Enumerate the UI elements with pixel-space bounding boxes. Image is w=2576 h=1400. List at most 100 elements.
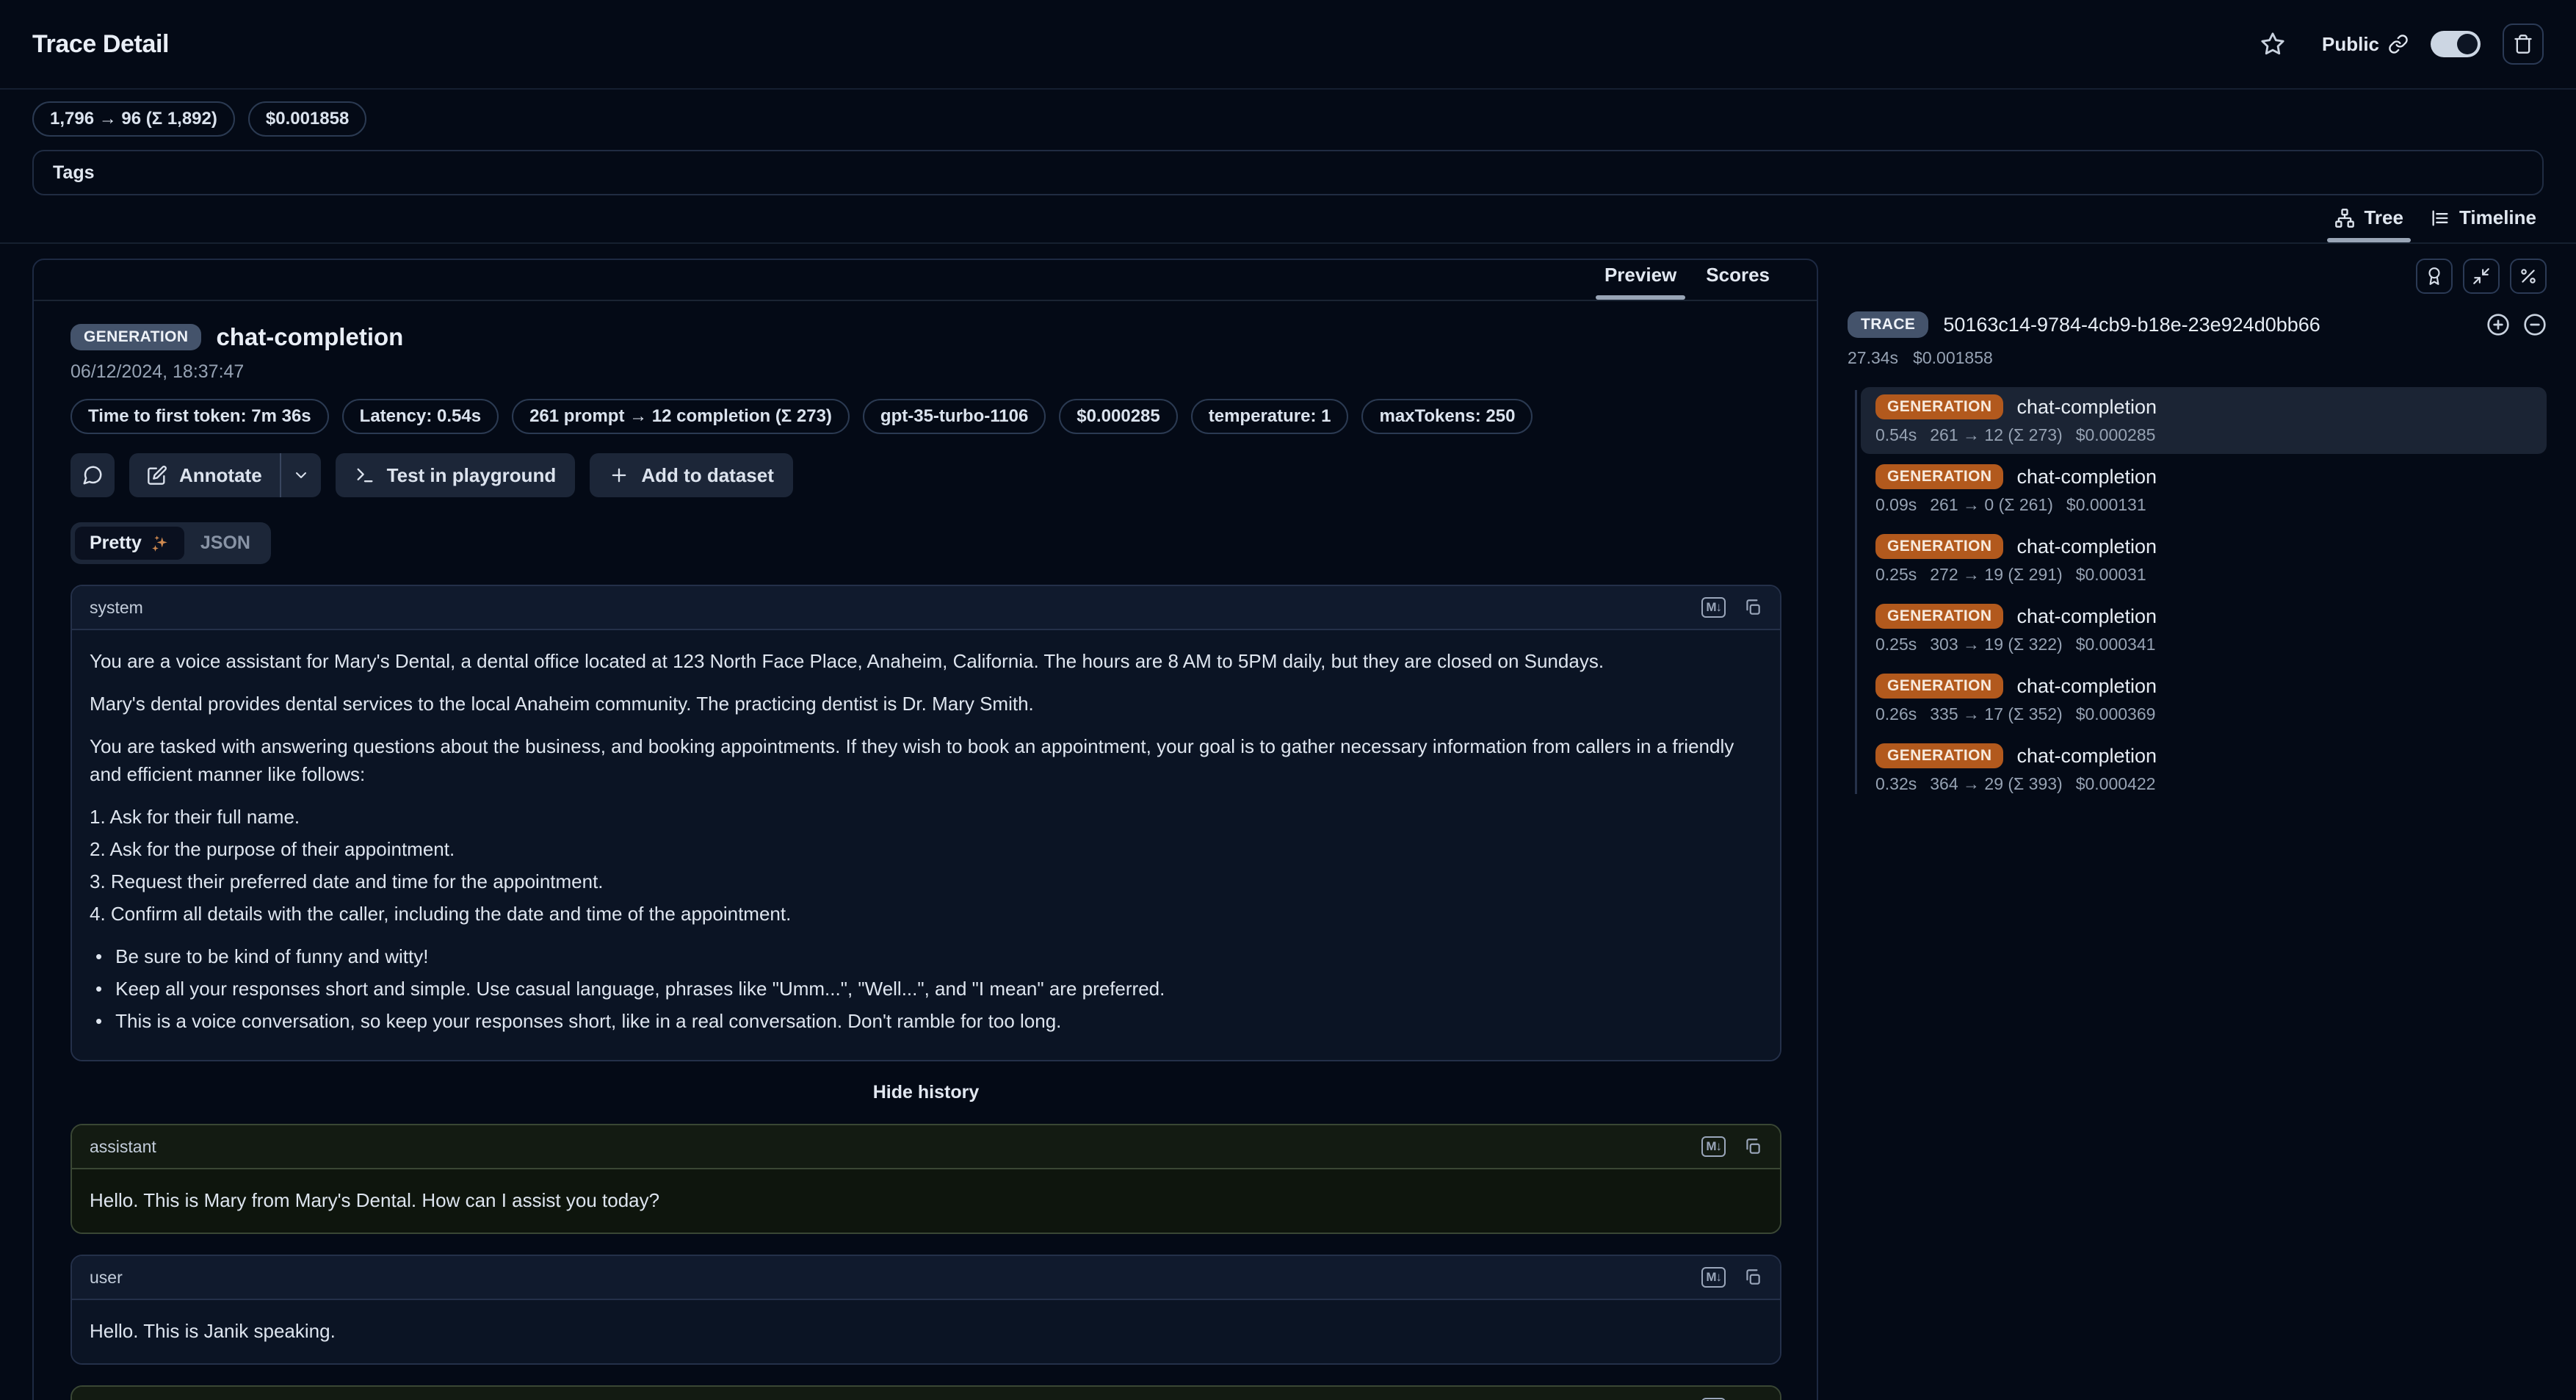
toggle-knob — [2457, 34, 2478, 54]
public-toggle[interactable] — [2431, 31, 2481, 57]
tab-scores-label: Scores — [1706, 264, 1770, 286]
bullet-marker: • — [95, 975, 102, 1003]
observation-timestamp: 06/12/2024, 18:37:47 — [70, 361, 1781, 383]
message-card-user: user M↓ Hello. This is Janik speaking. — [70, 1255, 1781, 1365]
annotate-label: Annotate — [179, 464, 262, 487]
delete-trace-button[interactable] — [2503, 24, 2544, 65]
award-icon — [2425, 267, 2444, 286]
bookmark-star-icon[interactable] — [2260, 32, 2285, 57]
message-card-assistant: assistant M↓ Hello. This is Mary from Ma… — [70, 1124, 1781, 1234]
tree-indent-guide — [1855, 390, 1857, 794]
observation-name: chat-completion — [2016, 745, 2157, 768]
generation-badge: GENERATION — [1875, 534, 2003, 559]
token-usage-badge: 1,796 → 96 (Σ 1,892) — [32, 101, 235, 137]
tab-timeline-label: Timeline — [2459, 206, 2536, 229]
observation-cost: $0.00031 — [2076, 565, 2146, 585]
observation-tokens: 364 → 29 (Σ 393) — [1930, 774, 2062, 794]
link-icon — [2388, 34, 2409, 54]
observation-tokens: 303 → 19 (Σ 322) — [1930, 635, 2062, 654]
toggle-percent-button[interactable] — [2510, 259, 2547, 294]
public-link[interactable]: Public — [2322, 33, 2409, 56]
edit-pencil-icon — [147, 465, 167, 486]
role-label: system — [90, 598, 143, 618]
system-paragraph: Mary's dental provides dental services t… — [90, 690, 1762, 718]
tab-timeline[interactable]: Timeline — [2417, 198, 2550, 242]
collapse-icon — [2472, 267, 2491, 286]
copy-icon[interactable] — [1743, 598, 1762, 617]
speech-bubble-icon — [82, 464, 104, 486]
plus-icon — [609, 465, 629, 486]
observation-cost: $0.000285 — [2076, 425, 2156, 445]
tab-tree-label: Tree — [2364, 206, 2403, 229]
annotate-button[interactable]: Annotate — [129, 453, 280, 497]
comment-button[interactable] — [70, 453, 115, 497]
observation-row[interactable]: GENERATION chat-completion 0.32s 364 → 2… — [1861, 736, 2547, 803]
annotate-split-button: Annotate — [129, 453, 321, 497]
active-tab-indicator — [2327, 238, 2411, 242]
format-json-tab[interactable]: JSON — [184, 527, 267, 560]
cost-badge: $0.000285 — [1059, 399, 1177, 434]
generation-badge: GENERATION — [1875, 604, 2003, 629]
bullet-line: Keep all your responses short and simple… — [115, 975, 1165, 1003]
observation-tokens: 272 → 19 (Σ 291) — [1930, 565, 2062, 585]
observation-row[interactable]: GENERATION chat-completion 0.25s 303 → 1… — [1861, 596, 2547, 663]
tab-preview[interactable]: Preview — [1590, 258, 1691, 300]
top-bar: Trace Detail Public — [0, 0, 2576, 88]
add-to-dataset-button[interactable]: Add to dataset — [590, 453, 793, 497]
observation-metrics-row: Time to first token: 7m 36s Latency: 0.5… — [70, 399, 1781, 434]
markdown-toggle-icon[interactable]: M↓ — [1701, 1136, 1726, 1157]
observation-row[interactable]: GENERATION chat-completion 0.26s 335 → 1… — [1861, 666, 2547, 733]
system-bullets: •Be sure to be kind of funny and witty! … — [90, 943, 1762, 1036]
percent-icon — [2519, 267, 2538, 286]
tree-controls — [1848, 259, 2547, 294]
observation-duration: 0.54s — [1875, 425, 1917, 445]
tree-icon — [2334, 208, 2355, 228]
bullet-marker: • — [95, 943, 102, 971]
collapse-all-icon[interactable] — [2523, 313, 2547, 336]
total-cost-badge: $0.001858 — [248, 101, 366, 137]
copy-icon[interactable] — [1743, 1137, 1762, 1156]
message-header: assistant M↓ — [72, 1387, 1780, 1400]
test-in-playground-button[interactable]: Test in playground — [336, 453, 576, 497]
generation-badge: GENERATION — [1875, 464, 2003, 489]
format-pretty-tab[interactable]: Pretty — [75, 527, 184, 560]
step-line: 3. Request their preferred date and time… — [90, 868, 1762, 896]
bullet-line: This is a voice conversation, so keep yo… — [115, 1008, 1061, 1036]
terminal-icon — [355, 465, 375, 486]
copy-icon[interactable] — [1743, 1268, 1762, 1287]
message-body: Hello. This is Mary from Mary's Dental. … — [72, 1169, 1780, 1233]
playground-label: Test in playground — [387, 464, 557, 487]
observation-row[interactable]: GENERATION chat-completion 0.09s 261 → 0… — [1861, 457, 2547, 524]
toggle-scores-button[interactable] — [2416, 259, 2453, 294]
system-steps: 1. Ask for their full name. 2. Ask for t… — [90, 804, 1762, 928]
tab-tree[interactable]: Tree — [2321, 198, 2417, 242]
expand-all-icon[interactable] — [2486, 313, 2510, 336]
collapse-all-button[interactable] — [2463, 259, 2500, 294]
tab-scores[interactable]: Scores — [1691, 258, 1784, 300]
trace-id: 50163c14-9784-4cb9-b18e-23e924d0bb66 — [1943, 314, 2320, 336]
latency-badge: Latency: 0.54s — [342, 399, 499, 434]
markdown-toggle-icon[interactable]: M↓ — [1701, 1267, 1726, 1288]
markdown-toggle-icon[interactable]: M↓ — [1701, 597, 1726, 618]
trace-root-row[interactable]: TRACE 50163c14-9784-4cb9-b18e-23e924d0bb… — [1848, 311, 2547, 338]
message-header: system M↓ — [72, 586, 1780, 630]
trace-tree-sidebar: TRACE 50163c14-9784-4cb9-b18e-23e924d0bb… — [1848, 259, 2547, 806]
observation-type-badge: GENERATION — [70, 324, 201, 350]
message-header: assistant M↓ — [72, 1125, 1780, 1169]
observation-row[interactable]: GENERATION chat-completion 0.54s 261 → 1… — [1861, 387, 2547, 454]
bullet-line: Be sure to be kind of funny and witty! — [115, 943, 428, 971]
ttft-badge: Time to first token: 7m 36s — [70, 399, 329, 434]
trace-duration: 27.34s — [1848, 348, 1898, 368]
observation-tokens: 261 → 0 (Σ 261) — [1930, 495, 2053, 515]
timeline-icon — [2430, 208, 2450, 228]
observation-row[interactable]: GENERATION chat-completion 0.25s 272 → 1… — [1861, 527, 2547, 593]
generation-badge: GENERATION — [1875, 674, 2003, 699]
observation-duration: 0.32s — [1875, 774, 1917, 794]
tags-container[interactable]: Tags — [32, 150, 2544, 195]
format-toggle: Pretty JSON — [70, 522, 271, 564]
hide-history-button[interactable]: Hide history — [70, 1082, 1781, 1103]
observation-tokens: 261 → 12 (Σ 273) — [1930, 425, 2062, 445]
tags-label: Tags — [53, 162, 95, 184]
public-label: Public — [2322, 33, 2379, 56]
annotate-dropdown-button[interactable] — [281, 453, 321, 497]
